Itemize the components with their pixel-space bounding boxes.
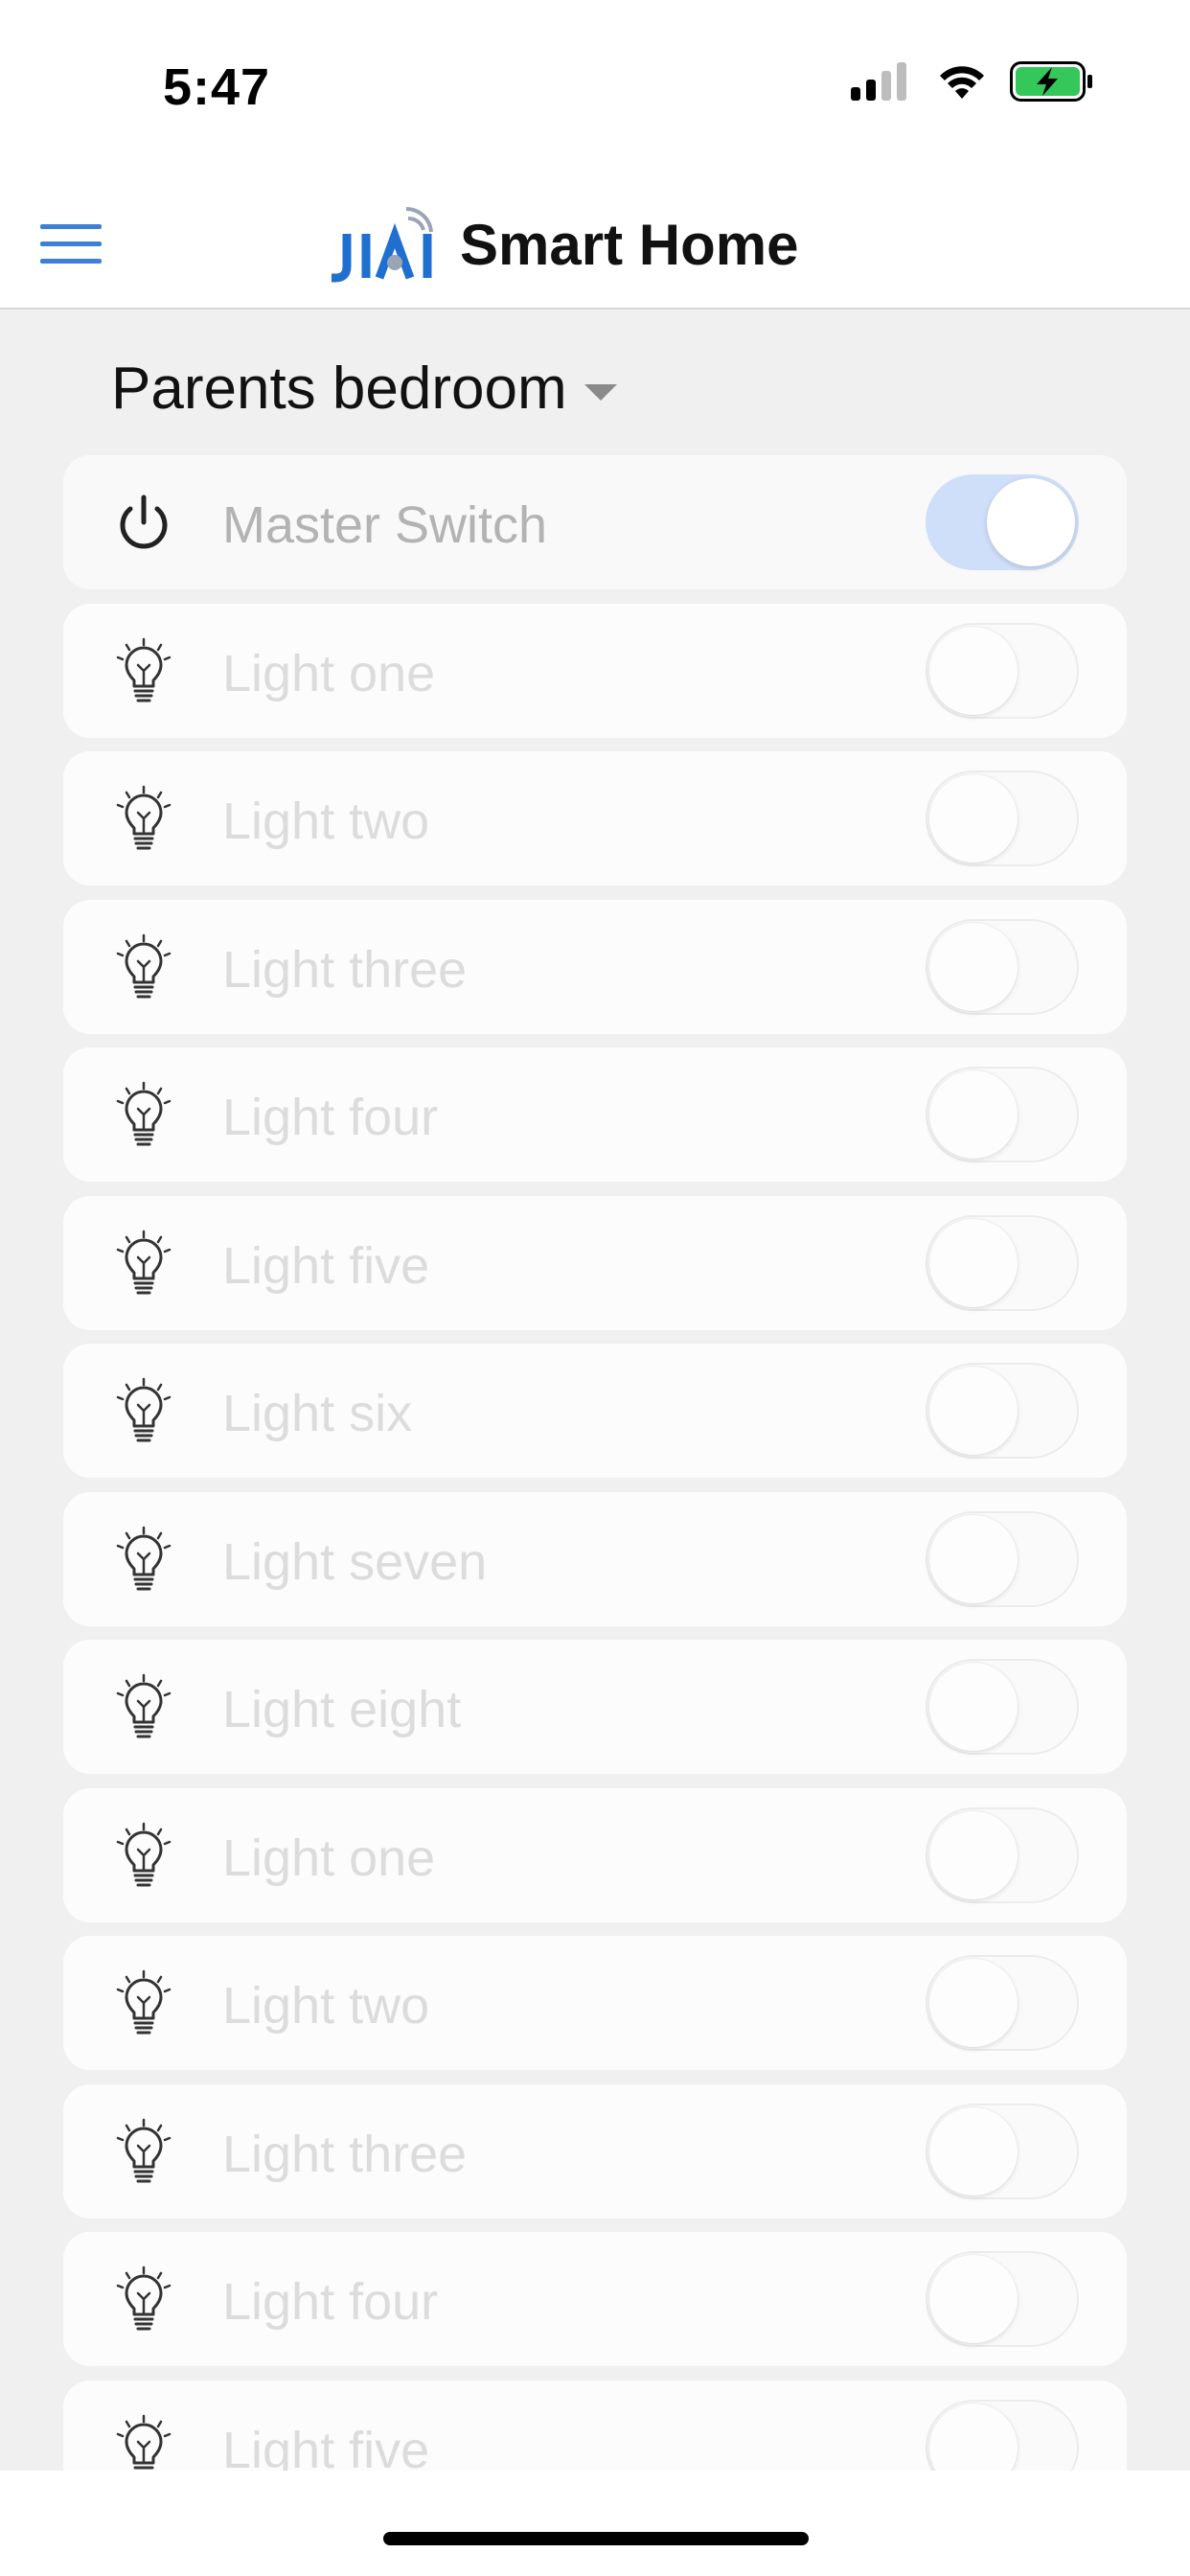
light-label: Light four — [222, 2273, 439, 2331]
status-icons — [851, 61, 1094, 102]
toggle-knob — [929, 922, 1018, 1011]
light-label: Light six — [222, 1385, 413, 1442]
device-list: Master Switch Light one Light two Light th… — [63, 455, 1127, 2528]
light-row: Light six — [63, 1344, 1127, 1478]
battery-charging-icon — [1010, 61, 1092, 102]
light-row: Light seven — [63, 1491, 1127, 1626]
light-label: Light three — [222, 940, 468, 999]
brand: Smart Home — [328, 205, 798, 284]
light-toggle[interactable] — [926, 1659, 1079, 1755]
light-row: Light three — [63, 899, 1127, 1034]
power-icon — [120, 494, 168, 549]
jiai-logo — [332, 206, 433, 283]
home-indicator[interactable] — [383, 2532, 809, 2545]
light-toggle[interactable] — [926, 1806, 1079, 1903]
light-label: Light two — [222, 793, 430, 850]
light-row: Light five — [63, 1195, 1127, 1330]
light-toggle[interactable] — [926, 1510, 1079, 1607]
light-label: Light five — [222, 1236, 430, 1295]
lightbulb-icon — [109, 784, 178, 853]
light-label: Light one — [222, 644, 436, 702]
toggle-knob — [929, 1218, 1018, 1307]
toggle-knob — [929, 2106, 1018, 2196]
toggle-knob — [929, 1959, 1018, 2047]
light-toggle[interactable] — [926, 1955, 1079, 2051]
light-label: Light three — [222, 2125, 468, 2183]
toggle-knob — [987, 478, 1075, 566]
light-row: Light one — [63, 1787, 1127, 1922]
lightbulb-icon — [109, 1821, 178, 1890]
light-toggle[interactable] — [926, 1214, 1079, 1311]
lightbulb-icon — [109, 932, 178, 1001]
light-row: Light two — [63, 751, 1127, 886]
cellular-signal-icon — [851, 62, 906, 101]
light-toggle[interactable] — [926, 918, 1079, 1015]
toggle-knob — [929, 626, 1018, 715]
status-time: 5:47 — [163, 58, 271, 116]
toggle-knob — [929, 1367, 1018, 1455]
room-selector[interactable]: Parents bedroom — [111, 355, 617, 423]
lightbulb-icon — [109, 1376, 178, 1445]
hamburger-menu-icon[interactable] — [36, 222, 105, 266]
light-toggle[interactable] — [926, 1363, 1079, 1459]
lightbulb-icon — [109, 2117, 178, 2186]
wifi-icon — [940, 66, 984, 99]
bottom-bar — [0, 2471, 1190, 2576]
toggle-knob — [929, 1663, 1018, 1751]
toggle-knob — [929, 1070, 1018, 1159]
light-label: Light seven — [222, 1532, 488, 1591]
app-header: Smart Home — [0, 172, 1190, 310]
light-row: Light four — [63, 2232, 1127, 2366]
light-row: Light two — [63, 1936, 1127, 2070]
master-switch-row: Master Switch — [63, 455, 1127, 589]
light-toggle[interactable] — [926, 2103, 1079, 2199]
light-label: Light two — [222, 1977, 430, 2035]
status-bar: 5:47 — [0, 0, 1190, 172]
lightbulb-icon — [109, 2265, 178, 2334]
light-label: Light one — [222, 1828, 436, 1887]
light-row: Light four — [63, 1047, 1127, 1182]
light-toggle[interactable] — [926, 2251, 1079, 2347]
light-row: Light eight — [63, 1640, 1127, 1774]
light-row: Light three — [63, 2083, 1127, 2219]
light-toggle[interactable] — [926, 770, 1079, 866]
toggle-knob — [929, 2255, 1018, 2343]
light-toggle[interactable] — [926, 1067, 1079, 1162]
master-switch-label: Master Switch — [222, 496, 548, 554]
lightbulb-icon — [109, 1229, 178, 1298]
lightbulb-icon — [109, 1672, 178, 1741]
toggle-knob — [929, 1514, 1018, 1603]
lightbulb-icon — [109, 1968, 178, 2037]
light-row: Light one — [63, 603, 1127, 738]
toggle-knob — [929, 1810, 1018, 1899]
lightbulb-icon — [109, 1525, 178, 1594]
light-label: Light eight — [222, 1681, 462, 1738]
lightbulb-icon — [109, 636, 178, 705]
toggle-knob — [929, 774, 1018, 862]
light-toggle[interactable] — [926, 622, 1079, 719]
caret-down-icon — [584, 384, 617, 401]
lightbulb-icon — [109, 1080, 178, 1149]
master-switch-toggle[interactable] — [926, 474, 1079, 570]
room-name: Parents bedroom — [111, 356, 567, 422]
app-title: Smart Home — [460, 212, 799, 277]
light-label: Light four — [222, 1089, 439, 1146]
